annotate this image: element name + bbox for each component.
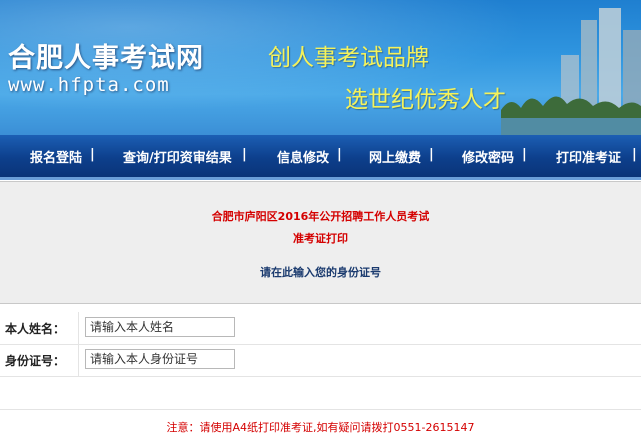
site-url[interactable]: www.hfpta.com [8, 74, 170, 96]
divider [0, 409, 641, 410]
nav-item-online-payment[interactable]: 网上缴费 [369, 147, 421, 166]
nav-separator: | [90, 147, 95, 162]
lookup-form: 本人姓名： 身份证号： [0, 312, 641, 377]
form-row-id: 身份证号： [0, 344, 641, 377]
label-cell: 身份证号： [0, 344, 79, 376]
nav-separator: | [337, 147, 342, 162]
exam-subtitle: 准考证打印 [293, 232, 348, 245]
building-2 [599, 8, 621, 115]
cityscape-illustration [501, 8, 641, 135]
nav-item-change-password[interactable]: 修改密码 [462, 147, 514, 166]
label-cell: 本人姓名： [0, 312, 79, 344]
header-banner: 合肥人事考试网 www.hfpta.com 创人事考试品牌 选世纪优秀人才 [0, 0, 641, 135]
name-input[interactable] [85, 317, 235, 337]
notice-panel: 合肥市庐阳区2016年公开招聘工作人员考试 准考证打印 请在此输入您的身份证号 [0, 181, 641, 304]
id-prompt: 请在此输入您的身份证号 [260, 266, 381, 279]
nav-separator: | [522, 147, 527, 162]
water [501, 118, 641, 135]
name-label: 本人姓名： [5, 322, 66, 336]
exam-title: 合肥市庐阳区2016年公开招聘工作人员考试 [211, 210, 430, 223]
nav-separator: | [632, 147, 637, 162]
nav-separator: | [429, 147, 434, 162]
form-row-name: 本人姓名： [0, 312, 641, 345]
id-number-input[interactable] [85, 349, 235, 369]
nav-item-edit-info[interactable]: 信息修改 [277, 147, 329, 166]
site-logo-text[interactable]: 合肥人事考试网 [8, 36, 204, 75]
slogan-line-1: 创人事考试品牌 [268, 45, 429, 71]
slogan-line-2: 选世纪优秀人才 [345, 87, 506, 113]
id-number-label: 身份证号： [5, 354, 66, 368]
nav-separator: | [242, 147, 247, 162]
footer-notice: 注意：请使用A4纸打印准考证,如有疑问请拨打0551-2615147 [166, 421, 475, 434]
nav-item-print-admission-ticket[interactable]: 打印准考证 [556, 147, 621, 166]
nav-item-register-login[interactable]: 报名登陆 [30, 147, 82, 166]
main-navbar: 报名登陆 | 查询/打印资审结果 | 信息修改 | 网上缴费 | 修改密码 | … [0, 135, 641, 180]
nav-item-query-print-results[interactable]: 查询/打印资审结果 [123, 147, 232, 166]
building-3 [623, 30, 641, 115]
